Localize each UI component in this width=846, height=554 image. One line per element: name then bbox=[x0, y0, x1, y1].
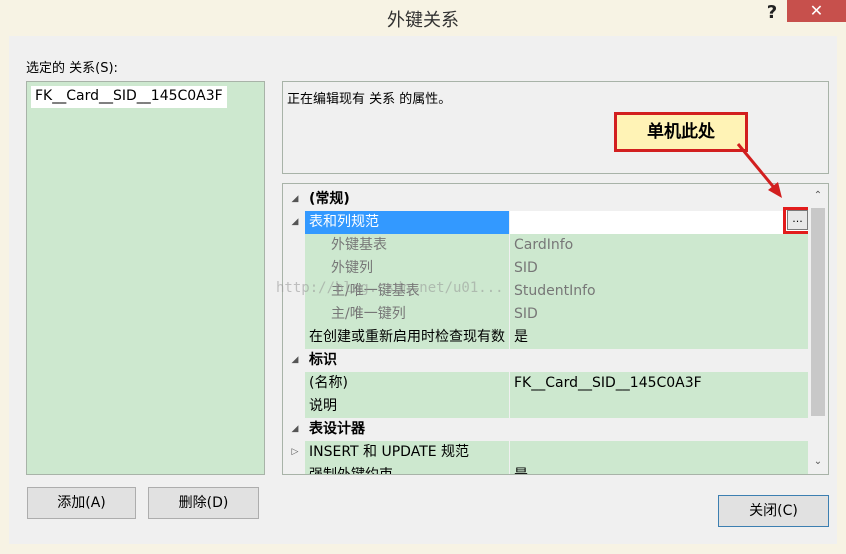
property-value[interactable] bbox=[510, 395, 808, 418]
property-pk-base-table[interactable]: 主/唯一键基表 StudentInfo bbox=[283, 280, 808, 303]
collapse-icon[interactable]: ◢ bbox=[287, 211, 303, 234]
collapse-icon[interactable]: ◢ bbox=[287, 418, 303, 441]
close-button[interactable]: 关闭(C) bbox=[718, 495, 829, 527]
property-name: INSERT 和 UPDATE 规范 bbox=[305, 441, 509, 464]
category-label: 表设计器 bbox=[309, 421, 365, 437]
collapse-icon[interactable]: ◢ bbox=[287, 349, 303, 372]
property-name: 外键基表 bbox=[305, 234, 509, 257]
property-name: 主/唯一键列 bbox=[305, 303, 509, 326]
property-check-existing[interactable]: 在创建或重新启用时检查现有数 是 bbox=[283, 326, 808, 349]
scroll-down-icon[interactable]: ⌄ bbox=[808, 452, 828, 472]
property-value: StudentInfo bbox=[510, 280, 808, 303]
property-value[interactable]: FK__Card__SID__145C0A3F bbox=[510, 372, 808, 395]
scroll-thumb[interactable] bbox=[811, 208, 825, 416]
property-name: 在创建或重新启用时检查现有数 bbox=[305, 326, 509, 349]
collapse-icon[interactable]: ◢ bbox=[287, 188, 303, 211]
property-pk-columns[interactable]: 主/唯一键列 SID bbox=[283, 303, 808, 326]
close-window-button[interactable]: ✕ bbox=[787, 0, 846, 22]
category-label: 标识 bbox=[309, 352, 337, 368]
property-grid: ◢ (常规) ◢ 表和列规范 外键基表 CardInfo 外键列 SID 主/唯… bbox=[282, 183, 829, 475]
property-name: (名称) bbox=[305, 372, 509, 395]
property-value[interactable] bbox=[510, 211, 808, 234]
category-table-designer[interactable]: ◢ 表设计器 bbox=[283, 418, 808, 441]
expand-icon[interactable]: ▷ bbox=[287, 441, 303, 464]
property-value: SID bbox=[510, 257, 808, 280]
property-fk-columns[interactable]: 外键列 SID bbox=[283, 257, 808, 280]
dialog-title: 外键关系 bbox=[387, 10, 459, 31]
callout-arrow-icon bbox=[736, 143, 782, 198]
relations-label: 选定的 关系(S): bbox=[26, 61, 118, 76]
property-name: 外键列 bbox=[305, 257, 509, 280]
add-button[interactable]: 添加(A) bbox=[27, 487, 136, 519]
property-name: 强制外键约束 bbox=[305, 464, 509, 474]
relations-list[interactable]: FK__Card__SID__145C0A3F bbox=[26, 81, 265, 475]
property-table-column-spec[interactable]: ◢ 表和列规范 bbox=[283, 211, 808, 234]
property-value: CardInfo bbox=[510, 234, 808, 257]
help-button[interactable]: ? bbox=[760, 2, 784, 26]
callout-label: 单机此处 bbox=[614, 112, 748, 152]
property-fk-base-table[interactable]: 外键基表 CardInfo bbox=[283, 234, 808, 257]
relation-item[interactable]: FK__Card__SID__145C0A3F bbox=[31, 86, 227, 108]
property-name-row[interactable]: (名称) FK__Card__SID__145C0A3F bbox=[283, 372, 808, 395]
property-value: SID bbox=[510, 303, 808, 326]
vertical-scrollbar[interactable]: ⌃ ⌄ bbox=[808, 184, 828, 474]
dialog-titlebar: 外键关系 ? ✕ bbox=[0, 0, 846, 32]
property-insert-update[interactable]: ▷ INSERT 和 UPDATE 规范 bbox=[283, 441, 808, 464]
property-name: 表和列规范 bbox=[305, 211, 509, 234]
property-description-row[interactable]: 说明 bbox=[283, 395, 808, 418]
delete-button[interactable]: 删除(D) bbox=[148, 487, 259, 519]
property-value[interactable]: 是 bbox=[510, 326, 808, 349]
category-identity[interactable]: ◢ 标识 bbox=[283, 349, 808, 372]
property-value bbox=[510, 441, 808, 464]
property-enforce-fk[interactable]: 强制外键约束 是 bbox=[283, 464, 808, 474]
property-name: 说明 bbox=[305, 395, 509, 418]
property-value[interactable]: 是 bbox=[510, 464, 808, 474]
scroll-up-icon[interactable]: ⌃ bbox=[808, 186, 828, 206]
property-name: 主/唯一键基表 bbox=[305, 280, 509, 303]
